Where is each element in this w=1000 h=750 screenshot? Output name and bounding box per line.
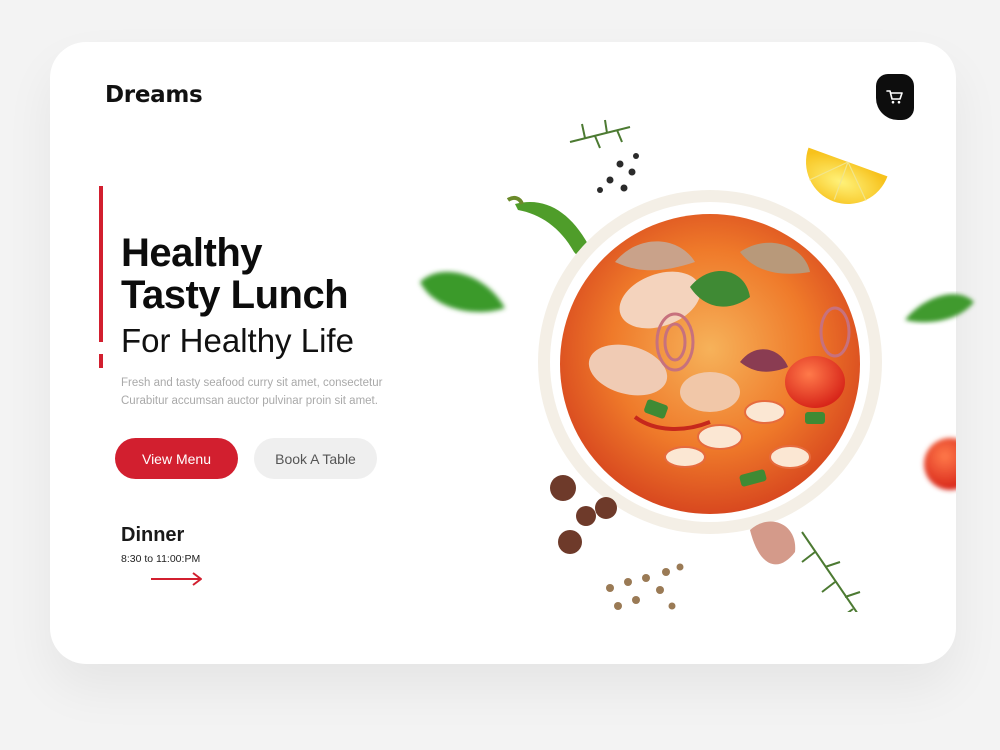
food-bowl-image [420, 119, 956, 612]
landing-card: Dreams Healthy Tasty Lunch For Healthy L… [50, 42, 956, 664]
accent-bar-dot [99, 354, 103, 368]
basil-leaf-image [905, 294, 974, 323]
hero-headline: Healthy Tasty Lunch [121, 231, 349, 317]
book-table-button[interactable]: Book A Table [254, 438, 377, 479]
hero-subheadline: For Healthy Life [121, 322, 354, 359]
accent-bar [99, 186, 103, 342]
brand-logo[interactable]: Dreams [105, 82, 203, 108]
description-line-1: Fresh and tasty seafood curry sit amet, … [121, 377, 383, 389]
headline-line-2: Tasty Lunch [121, 273, 349, 317]
description-line-2: Curabitur accumsan auctor pulvinar proin… [121, 395, 378, 407]
hero-description: Fresh and tasty seafood curry sit amet, … [121, 374, 421, 410]
schedule-title: Dinner [121, 524, 185, 546]
headline-line-1: Healthy [121, 231, 263, 275]
schedule-hours: 8:30 to 11:00:PM [121, 553, 201, 565]
shopping-cart-icon [886, 90, 903, 104]
view-menu-button[interactable]: View Menu [115, 438, 238, 479]
arrow-right-icon[interactable] [150, 570, 204, 588]
